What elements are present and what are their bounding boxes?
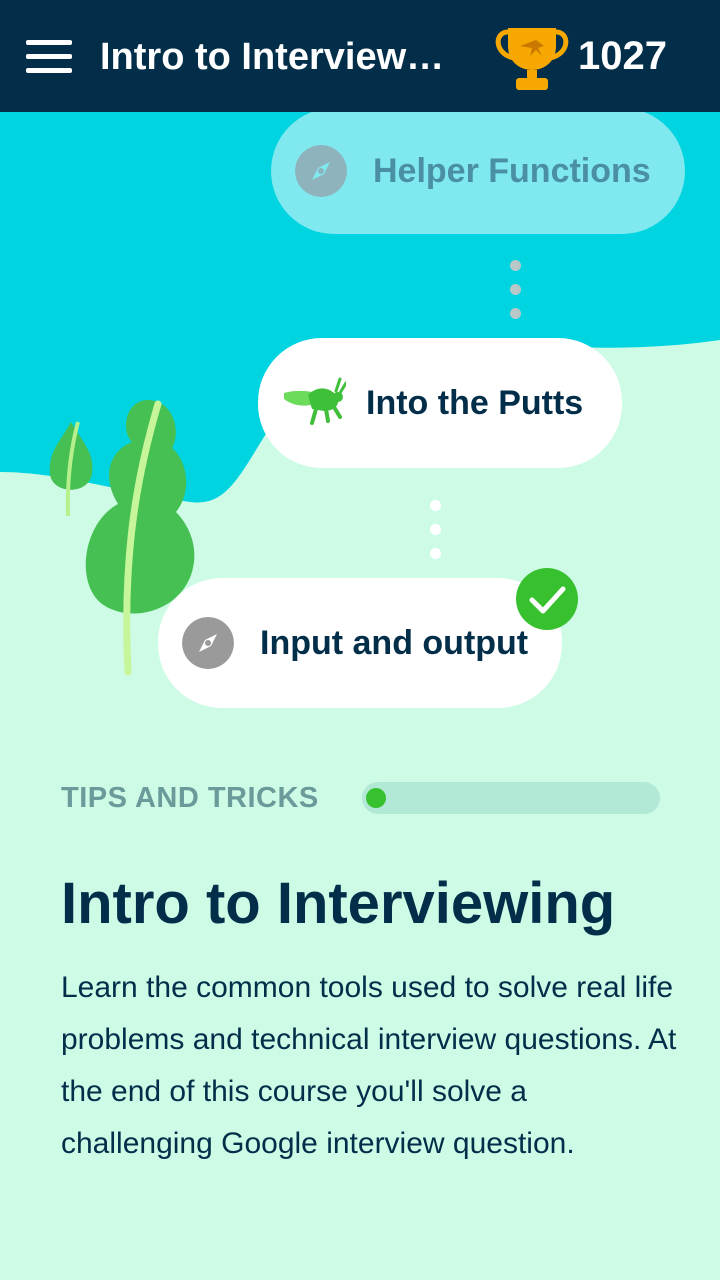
path-node-helper-functions[interactable]: Helper Functions [271,108,685,234]
completed-check-icon [516,568,578,630]
app-bar-title: Intro to Interviewing [100,36,445,78]
path-connector-dots [510,260,521,332]
grasshopper-icon [284,377,346,425]
course-progress-fill [366,788,386,808]
course-description: Learn the common tools used to solve rea… [61,971,677,1160]
hamburger-menu-icon[interactable] [26,40,74,74]
score-count: 1027 [578,34,667,78]
path-node-input-and-output[interactable]: Input and output [158,578,562,708]
course-title: Intro to Interviewing [61,871,616,936]
trophy-icon[interactable] [492,24,572,94]
compass-icon [182,617,234,669]
path-node-label: Into the Putts [366,383,584,422]
path-node-into-the-putts[interactable]: Into the Putts [258,338,622,468]
section-label: TIPS AND TRICKS [61,782,319,814]
compass-icon [295,145,347,197]
course-progress-bar [362,782,660,814]
path-connector-dots [430,500,441,572]
path-node-label: Helper Functions [373,151,651,190]
path-node-label: Input and output [260,623,529,662]
app-bar: Intro to Interviewing 1027 [0,0,720,112]
